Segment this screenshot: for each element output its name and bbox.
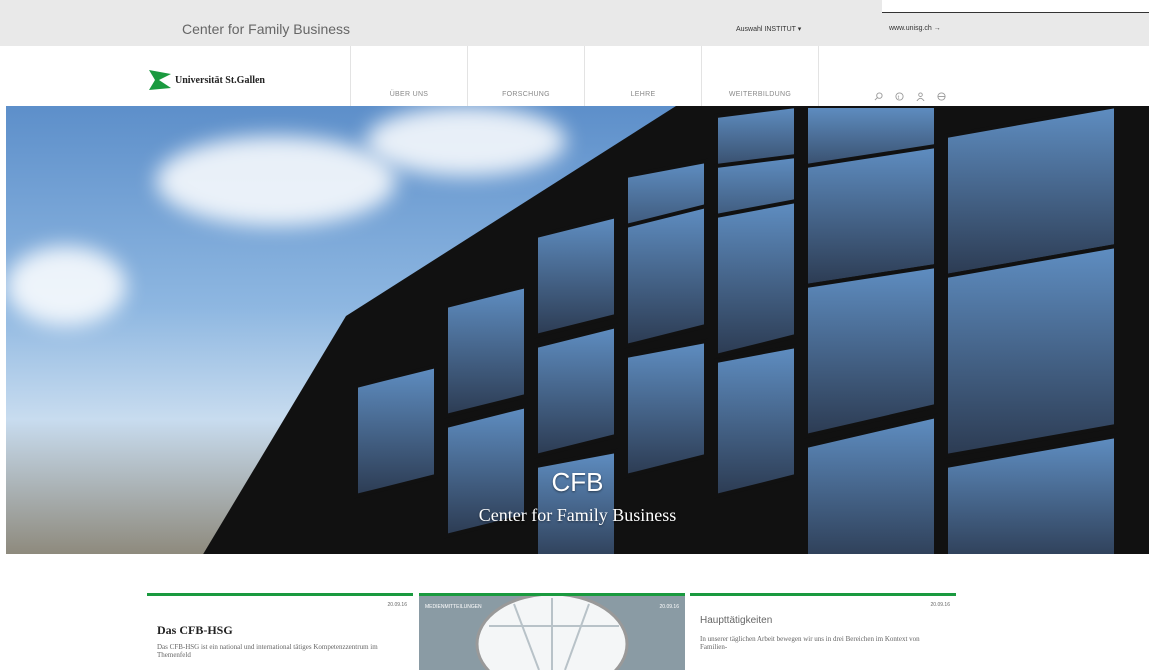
top-bar: Center for Family Business Auswahl INSTI…: [0, 0, 1149, 46]
hero-banner: CFB Center for Family Business: [6, 106, 1149, 554]
menu: ÜBER UNS FORSCHUNG LEHRE WEITERBILDUNG: [350, 46, 819, 106]
logo-text: Universität St.Gallen: [175, 74, 265, 86]
card-heading: Das CFB-HSG: [157, 623, 233, 637]
site-title[interactable]: Center for Family Business: [182, 21, 350, 37]
card-body: Das CFB-HSG ist ein national und interna…: [157, 643, 378, 659]
menu-item-ueber-uns[interactable]: ÜBER UNS: [350, 46, 467, 106]
translate-icon[interactable]: t: [895, 88, 904, 106]
header-input-box[interactable]: [882, 0, 1149, 13]
institute-dropdown[interactable]: Auswahl INSTITUT ▾: [736, 25, 801, 33]
card-haupttaetigkeiten[interactable]: 20.09.16 Haupttätigkeiten In unserer täg…: [690, 593, 956, 670]
card-medienmitteilungen[interactable]: MEDIENMITTEILUNGEN 20.09.16: [419, 593, 685, 670]
menu-item-lehre[interactable]: LEHRE: [584, 46, 701, 106]
card-heading: Haupttätigkeiten: [700, 615, 773, 626]
cloud-decoration: [6, 246, 126, 326]
menu-item-weiterbildung[interactable]: WEITERBILDUNG: [701, 46, 819, 106]
user-icon[interactable]: [916, 88, 925, 106]
card-cfb-hsg[interactable]: 20.09.16 Das CFB-HSG Das CFB-HSG ist ein…: [147, 593, 413, 670]
external-link[interactable]: www.unisg.ch →: [889, 25, 941, 32]
university-logo[interactable]: Universität St.Gallen: [149, 70, 265, 90]
card-date: 20.09.16: [930, 602, 950, 608]
menu-label: FORSCHUNG: [502, 91, 550, 98]
main-navigation: Universität St.Gallen ÜBER UNS FORSCHUNG…: [0, 46, 1149, 106]
globe-icon[interactable]: [937, 88, 946, 106]
menu-item-forschung[interactable]: FORSCHUNG: [467, 46, 584, 106]
menu-label: WEITERBILDUNG: [728, 91, 792, 98]
search-icon[interactable]: [874, 88, 883, 106]
card-body: In unserer täglichen Arbeit bewegen wir …: [700, 635, 920, 651]
hero-title: CFB: [551, 467, 604, 497]
logo-mark-icon: [149, 70, 171, 90]
card-date: 20.09.16: [387, 602, 407, 608]
card-label: MEDIENMITTEILUNGEN: [425, 604, 482, 610]
menu-label: LEHRE: [630, 91, 656, 98]
menu-label: ÜBER UNS: [389, 91, 429, 98]
card-date: 20.09.16: [659, 604, 679, 610]
header-tools: t: [874, 88, 946, 106]
hero-subtitle: Center for Family Business: [478, 505, 677, 525]
